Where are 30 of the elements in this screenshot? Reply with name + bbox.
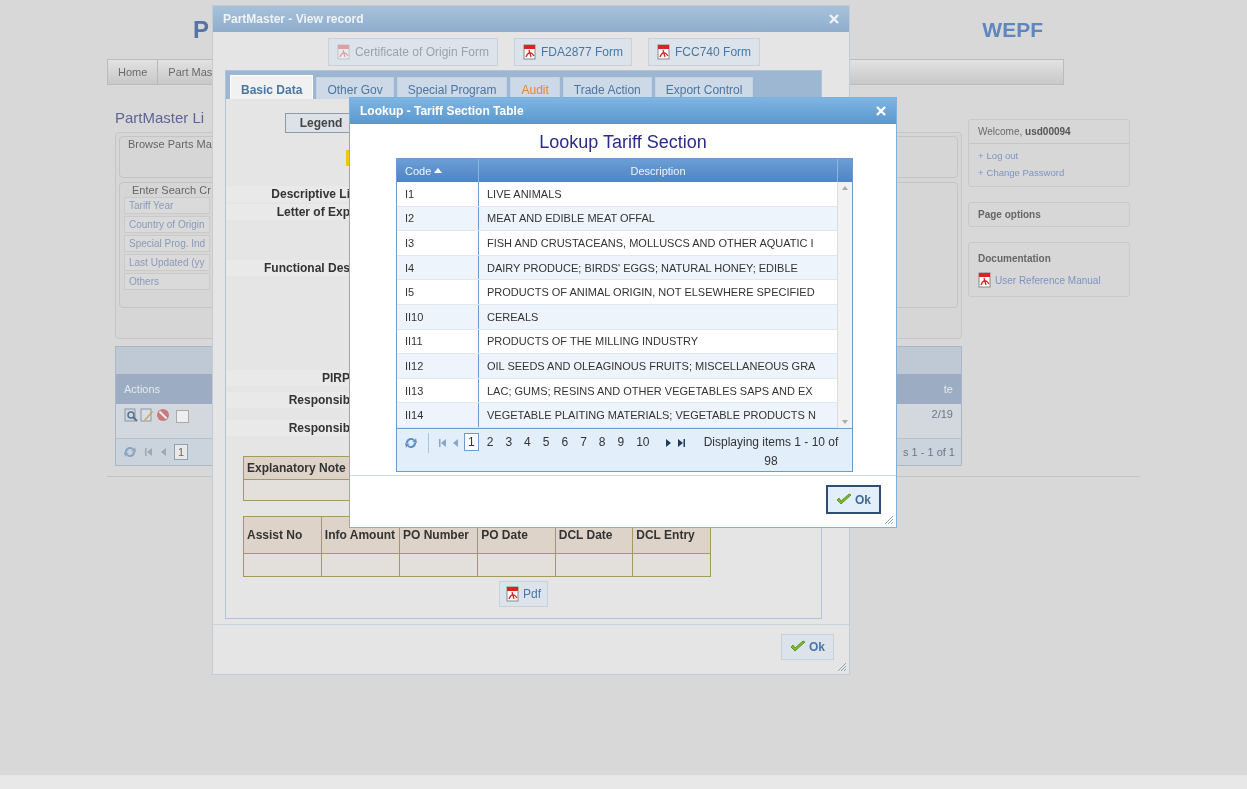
page-title: PartMaster Li: [115, 109, 205, 126]
lookup-heading: Lookup Tariff Section: [538, 132, 708, 153]
field-label: PIRP: [226, 370, 350, 386]
column-title: Description: [630, 164, 686, 177]
bullet-mark: +: [978, 167, 984, 178]
search-field-label: Last Updated (yy: [124, 254, 210, 271]
column-title: Code: [405, 164, 432, 177]
pager-info: s 1 - 1 of 1: [903, 446, 955, 458]
dialog-title: Lookup - Tariff Section Table: [360, 104, 524, 118]
search-field-label: Special Prog. Ind: [124, 235, 210, 252]
column-header: Assist No: [243, 516, 322, 554]
fieldset-legend: Browse Parts Ma: [120, 137, 220, 151]
field-label: Letter of Exp: [226, 204, 350, 220]
fieldset-legend: Enter Search Cr: [124, 183, 219, 197]
search-field-label: Tariff Year: [124, 197, 210, 214]
table-cell-text: 2/19: [931, 408, 953, 422]
panel-title: Page options: [977, 208, 1042, 222]
welcome-text: Welcome, usd00094: [969, 120, 1129, 144]
pager-info: Displaying items 1 - 10 of 98: [702, 433, 840, 470]
logo-text: P: [193, 15, 209, 44]
search-field-label: Country of Origin: [124, 216, 210, 233]
field-label: Descriptive Li: [226, 186, 350, 202]
field-label: Functional Des: [226, 260, 350, 276]
bullet-mark: +: [978, 150, 984, 161]
search-field-label: Others: [124, 273, 210, 290]
panel-title: Documentation: [977, 252, 1052, 266]
field-label: Responsib: [226, 420, 350, 436]
dialog-title: PartMaster - View record: [223, 12, 364, 26]
logo-text: WEPF: [982, 17, 1043, 42]
field-label: Responsib: [226, 392, 350, 408]
